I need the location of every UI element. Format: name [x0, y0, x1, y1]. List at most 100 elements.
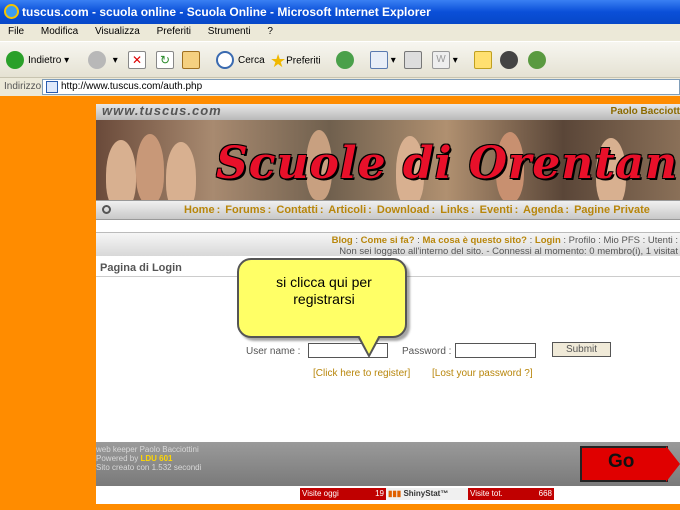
site-header: www.tuscus.com Paolo Bacciott: [96, 103, 680, 120]
toolbar: Indietro ▾ ▾ ✕ ↻ Cerca ★Preferiti ▾ W ▾: [0, 41, 680, 78]
research-icon: [500, 51, 518, 70]
history-icon: [336, 51, 354, 70]
printer-icon: [404, 51, 422, 70]
banner-photo-person: [136, 134, 164, 200]
edit-button[interactable]: W ▾: [432, 50, 458, 72]
refresh-button[interactable]: ↻: [156, 50, 174, 72]
callout-text: si clicca qui per registrarsi: [276, 274, 372, 307]
refresh-icon: ↻: [156, 51, 174, 70]
stop-icon: ✕: [128, 51, 146, 70]
search-button[interactable]: Cerca: [216, 50, 265, 72]
stop-button[interactable]: ✕: [128, 50, 146, 72]
nav-download[interactable]: Download: [377, 204, 430, 216]
nav-links: Home: Forums: Contatti: Articoli: Downlo…: [184, 204, 650, 216]
history-button[interactable]: [336, 50, 358, 72]
messenger-button[interactable]: [528, 50, 550, 72]
nav-bullet-icon: [102, 205, 111, 214]
back-button[interactable]: Indietro ▾: [6, 50, 69, 72]
login-status: Non sei loggato all'interno del sito. - …: [339, 246, 678, 257]
annotation-callout: si clicca qui per registrarsi: [237, 258, 407, 338]
nav-articoli[interactable]: Articoli: [328, 204, 366, 216]
banner-photo-person: [166, 142, 196, 200]
messenger-icon: [528, 51, 546, 70]
word-icon: W: [432, 51, 450, 70]
menu-bar: File Modifica Visualizza Preferiti Strum…: [0, 24, 680, 40]
link-utenti[interactable]: Utenti: [648, 235, 673, 246]
link-profilo[interactable]: Profilo: [569, 235, 596, 246]
banner-title: Scuole di Orentan: [216, 138, 679, 189]
link-mio-pfs[interactable]: Mio PFS: [604, 235, 640, 246]
address-url: http://www.tuscus.com/auth.php: [61, 81, 203, 92]
site-footer: web keeper Paolo Bacciottini Powered by …: [96, 442, 680, 486]
notes-icon: [474, 51, 492, 70]
register-link[interactable]: [Click here to register]: [313, 368, 410, 379]
main-nav: Home: Forums: Contatti: Articoli: Downlo…: [96, 200, 680, 220]
footer-credits: web keeper Paolo Bacciottini Powered by …: [96, 445, 201, 472]
menu-visualizza[interactable]: Visualizza: [95, 26, 140, 37]
go-arrow-icon: [666, 446, 680, 482]
callout-pointer-fill: [359, 335, 379, 354]
link-blog[interactable]: Blog: [332, 235, 353, 246]
nav-pagine-private[interactable]: Pagine Private: [574, 204, 650, 216]
address-bar: Indirizzo http://www.tuscus.com/auth.php: [0, 78, 680, 96]
login-title: Pagina di Login: [100, 262, 182, 274]
mail-button[interactable]: ▾: [370, 50, 396, 72]
menu-file[interactable]: File: [8, 26, 24, 37]
ldu-link[interactable]: LDU 601: [140, 454, 172, 463]
nav-home[interactable]: Home: [184, 204, 215, 216]
username-label: User name :: [246, 346, 301, 357]
forward-button[interactable]: ▾: [88, 50, 118, 72]
favorites-button[interactable]: ★Preferiti: [270, 50, 321, 72]
lost-password-link[interactable]: [Lost your password ?]: [432, 368, 533, 379]
visit-counter[interactable]: Visite oggi 19 ▮▮▮ ShinyStat™ Visite tot…: [300, 488, 554, 500]
address-label: Indirizzo: [4, 81, 42, 92]
submit-button[interactable]: Submit: [552, 342, 611, 357]
nav-contatti[interactable]: Contatti: [276, 204, 318, 216]
home-icon: [182, 51, 200, 70]
site-logo: www.tuscus.com: [102, 103, 222, 118]
user-bar: Blog : Come si fa? : Ma cosa è questo si…: [96, 232, 680, 257]
address-input[interactable]: http://www.tuscus.com/auth.php: [42, 79, 680, 95]
home-button[interactable]: [182, 50, 200, 72]
search-icon: [216, 51, 234, 70]
admin-name: Paolo Bacciott: [610, 106, 680, 117]
footer-powered: Powered by LDU 601: [96, 454, 173, 463]
bars-icon: ▮▮▮: [388, 489, 402, 498]
ie-logo-icon: [4, 4, 19, 19]
menu-modifica[interactable]: Modifica: [41, 26, 78, 37]
visits-total: Visite tot. 668: [468, 488, 554, 500]
research-button[interactable]: [500, 50, 522, 72]
link-login[interactable]: Login: [535, 235, 561, 246]
link-come-si-fa[interactable]: Come si fa?: [361, 235, 415, 246]
site-banner: Scuole di Orentan: [96, 120, 680, 200]
nav-agenda[interactable]: Agenda: [523, 204, 563, 216]
go-button[interactable]: Go: [580, 446, 680, 484]
window-title: tuscus.com - scuola online - Scuola Onli…: [22, 5, 431, 19]
visits-today: Visite oggi 19: [300, 488, 386, 500]
notes-button[interactable]: [474, 50, 492, 72]
window-title-bar: tuscus.com - scuola online - Scuola Onli…: [0, 0, 680, 24]
menu-help[interactable]: ?: [267, 26, 273, 37]
banner-photo-person: [106, 140, 136, 200]
password-label: Password :: [402, 346, 452, 357]
menu-strumenti[interactable]: Strumenti: [208, 26, 251, 37]
footer-time: Sito creato con 1.532 secondi: [96, 463, 202, 472]
link-cosa-sito[interactable]: Ma cosa è questo sito?: [422, 235, 527, 246]
print-button[interactable]: [404, 50, 422, 72]
star-icon: ★: [270, 51, 287, 71]
password-input[interactable]: [455, 343, 536, 358]
nav-eventi[interactable]: Eventi: [480, 204, 513, 216]
shinystat-logo: ▮▮▮ ShinyStat™: [386, 488, 468, 500]
menu-preferiti[interactable]: Preferiti: [157, 26, 191, 37]
nav-links-item[interactable]: Links: [440, 204, 469, 216]
go-label: Go: [608, 451, 635, 472]
back-arrow-icon: [6, 51, 24, 70]
forward-arrow-icon: [88, 51, 106, 70]
visits-total-value: 668: [538, 489, 552, 498]
page-icon: [46, 81, 58, 93]
visits-today-value: 19: [375, 489, 384, 498]
footer-webkeeper: web keeper Paolo Bacciottini: [96, 445, 199, 454]
mail-icon: [370, 51, 388, 70]
user-links: Blog : Come si fa? : Ma cosa è questo si…: [331, 235, 678, 246]
nav-forums[interactable]: Forums: [225, 204, 265, 216]
